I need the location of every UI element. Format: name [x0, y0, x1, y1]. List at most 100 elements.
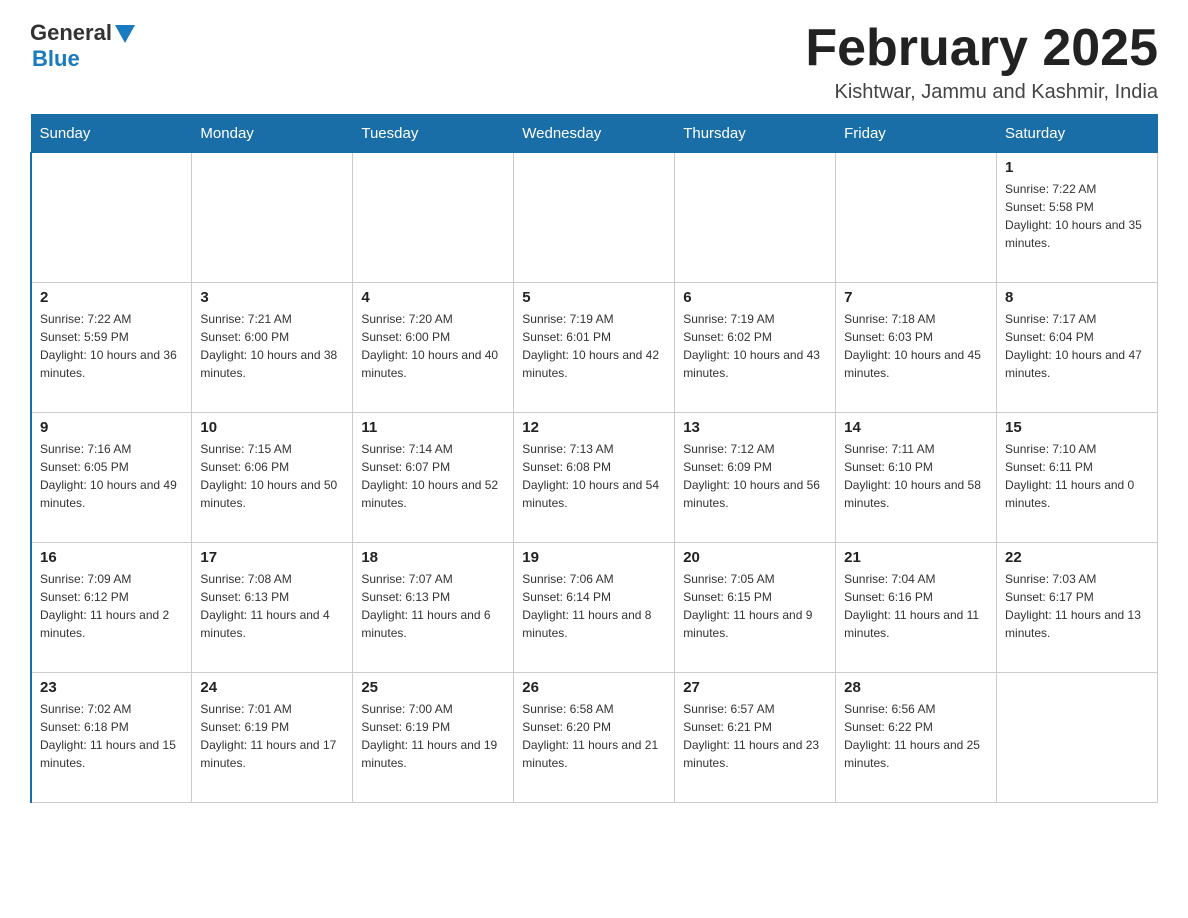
day-number: 27	[683, 679, 827, 696]
day-info: Sunrise: 6:57 AMSunset: 6:21 PMDaylight:…	[683, 700, 827, 772]
day-number: 26	[522, 679, 666, 696]
calendar-cell: 4 Sunrise: 7:20 AMSunset: 6:00 PMDaylight…	[353, 283, 514, 413]
day-info: Sunrise: 7:16 AMSunset: 6:05 PMDaylight:…	[40, 440, 183, 512]
calendar-cell: 6 Sunrise: 7:19 AMSunset: 6:02 PMDaylight…	[675, 283, 836, 413]
calendar-cell	[192, 153, 353, 283]
calendar-header-friday: Friday	[836, 115, 997, 153]
day-info: Sunrise: 7:09 AMSunset: 6:12 PMDaylight:…	[40, 570, 183, 642]
day-info: Sunrise: 6:58 AMSunset: 6:20 PMDaylight:…	[522, 700, 666, 772]
day-info: Sunrise: 7:21 AMSunset: 6:00 PMDaylight:…	[200, 310, 344, 382]
day-info: Sunrise: 7:19 AMSunset: 6:02 PMDaylight:…	[683, 310, 827, 382]
day-info: Sunrise: 7:13 AMSunset: 6:08 PMDaylight:…	[522, 440, 666, 512]
day-info: Sunrise: 7:12 AMSunset: 6:09 PMDaylight:…	[683, 440, 827, 512]
calendar-cell: 13 Sunrise: 7:12 AMSunset: 6:09 PMDayligh…	[675, 413, 836, 543]
calendar-header-sunday: Sunday	[31, 115, 192, 153]
day-info: Sunrise: 7:01 AMSunset: 6:19 PMDaylight:…	[200, 700, 344, 772]
day-info: Sunrise: 7:00 AMSunset: 6:19 PMDaylight:…	[361, 700, 505, 772]
calendar-cell: 2 Sunrise: 7:22 AMSunset: 5:59 PMDaylight…	[31, 283, 192, 413]
day-number: 16	[40, 549, 183, 566]
day-number: 8	[1005, 289, 1149, 306]
calendar-cell: 9 Sunrise: 7:16 AMSunset: 6:05 PMDaylight…	[31, 413, 192, 543]
day-number: 15	[1005, 419, 1149, 436]
calendar-cell: 23 Sunrise: 7:02 AMSunset: 6:18 PMDayligh…	[31, 673, 192, 803]
day-info: Sunrise: 7:07 AMSunset: 6:13 PMDaylight:…	[361, 570, 505, 642]
calendar-cell: 19 Sunrise: 7:06 AMSunset: 6:14 PMDayligh…	[514, 543, 675, 673]
day-info: Sunrise: 7:08 AMSunset: 6:13 PMDaylight:…	[200, 570, 344, 642]
calendar-cell: 18 Sunrise: 7:07 AMSunset: 6:13 PMDayligh…	[353, 543, 514, 673]
calendar-week-row: 1Sunrise: 7:22 AMSunset: 5:58 PMDaylight…	[31, 153, 1158, 283]
calendar-cell	[514, 153, 675, 283]
day-number: 6	[683, 289, 827, 306]
calendar-cell: 1Sunrise: 7:22 AMSunset: 5:58 PMDaylight…	[997, 153, 1158, 283]
calendar-cell: 5 Sunrise: 7:19 AMSunset: 6:01 PMDaylight…	[514, 283, 675, 413]
day-info: Sunrise: 7:14 AMSunset: 6:07 PMDaylight:…	[361, 440, 505, 512]
page-header: General Blue February 2025 Kishtwar, Jam…	[30, 20, 1158, 104]
logo-triangle-icon	[115, 25, 135, 43]
day-number: 14	[844, 419, 988, 436]
day-info: Sunrise: 7:15 AMSunset: 6:06 PMDaylight:…	[200, 440, 344, 512]
calendar-cell: 25 Sunrise: 7:00 AMSunset: 6:19 PMDayligh…	[353, 673, 514, 803]
day-number: 12	[522, 419, 666, 436]
day-number: 18	[361, 549, 505, 566]
calendar-cell: 11 Sunrise: 7:14 AMSunset: 6:07 PMDayligh…	[353, 413, 514, 543]
day-number: 9	[40, 419, 183, 436]
day-info: Sunrise: 7:06 AMSunset: 6:14 PMDaylight:…	[522, 570, 666, 642]
day-number: 19	[522, 549, 666, 566]
day-number: 20	[683, 549, 827, 566]
logo-general-text: General	[30, 20, 112, 46]
day-number: 2	[40, 289, 183, 306]
calendar-cell: 24Sunrise: 7:01 AMSunset: 6:19 PMDayligh…	[192, 673, 353, 803]
calendar-cell: 22 Sunrise: 7:03 AMSunset: 6:17 PMDayligh…	[997, 543, 1158, 673]
calendar-header-thursday: Thursday	[675, 115, 836, 153]
day-number: 23	[40, 679, 183, 696]
calendar-cell: 7Sunrise: 7:18 AMSunset: 6:03 PMDaylight…	[836, 283, 997, 413]
day-number: 11	[361, 419, 505, 436]
calendar-cell: 28Sunrise: 6:56 AMSunset: 6:22 PMDayligh…	[836, 673, 997, 803]
calendar-cell	[997, 673, 1158, 803]
day-number: 13	[683, 419, 827, 436]
day-number: 25	[361, 679, 505, 696]
month-title: February 2025	[805, 20, 1158, 77]
calendar-header-saturday: Saturday	[997, 115, 1158, 153]
calendar-week-row: 16 Sunrise: 7:09 AMSunset: 6:12 PMDayligh…	[31, 543, 1158, 673]
calendar-cell: 17 Sunrise: 7:08 AMSunset: 6:13 PMDayligh…	[192, 543, 353, 673]
day-info: Sunrise: 7:20 AMSunset: 6:00 PMDaylight:…	[361, 310, 505, 382]
day-info: Sunrise: 7:22 AMSunset: 5:59 PMDaylight:…	[40, 310, 183, 382]
day-info: Sunrise: 7:18 AMSunset: 6:03 PMDaylight:…	[844, 310, 988, 382]
calendar-cell: 21 Sunrise: 7:04 AMSunset: 6:16 PMDayligh…	[836, 543, 997, 673]
day-info: Sunrise: 7:04 AMSunset: 6:16 PMDaylight:…	[844, 570, 988, 642]
calendar-cell: 16 Sunrise: 7:09 AMSunset: 6:12 PMDayligh…	[31, 543, 192, 673]
calendar-header-wednesday: Wednesday	[514, 115, 675, 153]
day-info: Sunrise: 7:10 AMSunset: 6:11 PMDaylight:…	[1005, 440, 1149, 512]
calendar-week-row: 23 Sunrise: 7:02 AMSunset: 6:18 PMDayligh…	[31, 673, 1158, 803]
day-info: Sunrise: 7:03 AMSunset: 6:17 PMDaylight:…	[1005, 570, 1149, 642]
calendar-cell: 3 Sunrise: 7:21 AMSunset: 6:00 PMDaylight…	[192, 283, 353, 413]
calendar-header-monday: Monday	[192, 115, 353, 153]
day-number: 10	[200, 419, 344, 436]
day-info: Sunrise: 7:02 AMSunset: 6:18 PMDaylight:…	[40, 700, 183, 772]
day-number: 28	[844, 679, 988, 696]
day-info: Sunrise: 7:22 AMSunset: 5:58 PMDaylight:…	[1005, 180, 1149, 252]
day-number: 5	[522, 289, 666, 306]
day-info: Sunrise: 7:17 AMSunset: 6:04 PMDaylight:…	[1005, 310, 1149, 382]
calendar-cell	[675, 153, 836, 283]
calendar-cell: 12 Sunrise: 7:13 AMSunset: 6:08 PMDayligh…	[514, 413, 675, 543]
logo-blue-text: Blue	[32, 46, 80, 72]
calendar-cell	[31, 153, 192, 283]
day-number: 21	[844, 549, 988, 566]
title-section: February 2025 Kishtwar, Jammu and Kashmi…	[805, 20, 1158, 104]
calendar-cell: 8 Sunrise: 7:17 AMSunset: 6:04 PMDaylight…	[997, 283, 1158, 413]
calendar-header-row: SundayMondayTuesdayWednesdayThursdayFrid…	[31, 115, 1158, 153]
day-number: 4	[361, 289, 505, 306]
logo: General Blue	[30, 20, 135, 72]
day-number: 3	[200, 289, 344, 306]
calendar-week-row: 9 Sunrise: 7:16 AMSunset: 6:05 PMDaylight…	[31, 413, 1158, 543]
day-info: Sunrise: 7:11 AMSunset: 6:10 PMDaylight:…	[844, 440, 988, 512]
day-number: 17	[200, 549, 344, 566]
calendar-cell: 10 Sunrise: 7:15 AMSunset: 6:06 PMDayligh…	[192, 413, 353, 543]
day-number: 22	[1005, 549, 1149, 566]
calendar-cell: 20Sunrise: 7:05 AMSunset: 6:15 PMDayligh…	[675, 543, 836, 673]
day-info: Sunrise: 7:19 AMSunset: 6:01 PMDaylight:…	[522, 310, 666, 382]
calendar-cell	[353, 153, 514, 283]
calendar-cell	[836, 153, 997, 283]
